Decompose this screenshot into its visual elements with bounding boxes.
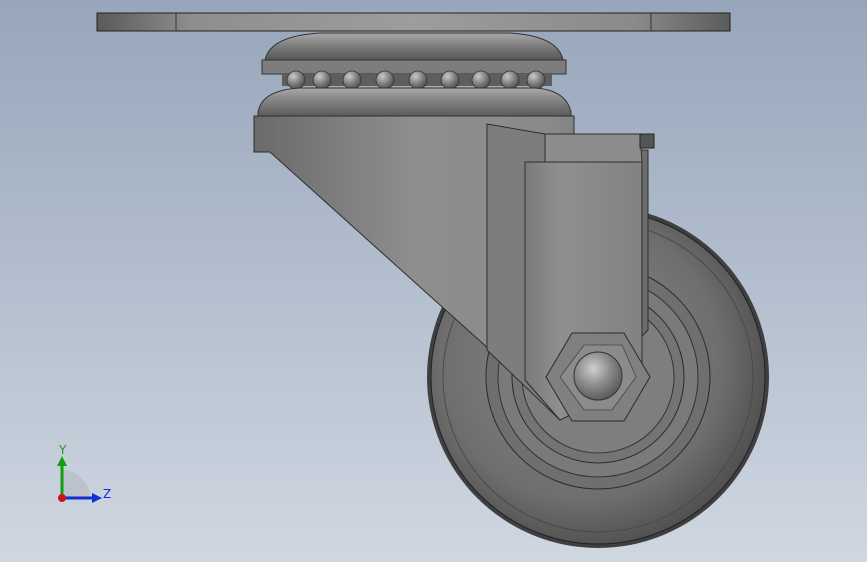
caster-model[interactable]	[0, 0, 867, 562]
triad-plane-icon	[62, 470, 90, 498]
y-arrow-head-icon	[57, 456, 67, 466]
axis-triad: Y Z	[57, 443, 111, 503]
x-axis-dot-icon	[58, 494, 66, 502]
upper-raceway	[261, 32, 567, 75]
y-axis-label: Y	[58, 443, 67, 457]
graphics-viewport[interactable]: Y Z	[0, 0, 867, 562]
ball-bearings	[282, 70, 552, 90]
z-arrow-head-icon	[92, 493, 102, 503]
top-plate	[96, 12, 731, 32]
z-axis-label: Z	[103, 487, 111, 501]
